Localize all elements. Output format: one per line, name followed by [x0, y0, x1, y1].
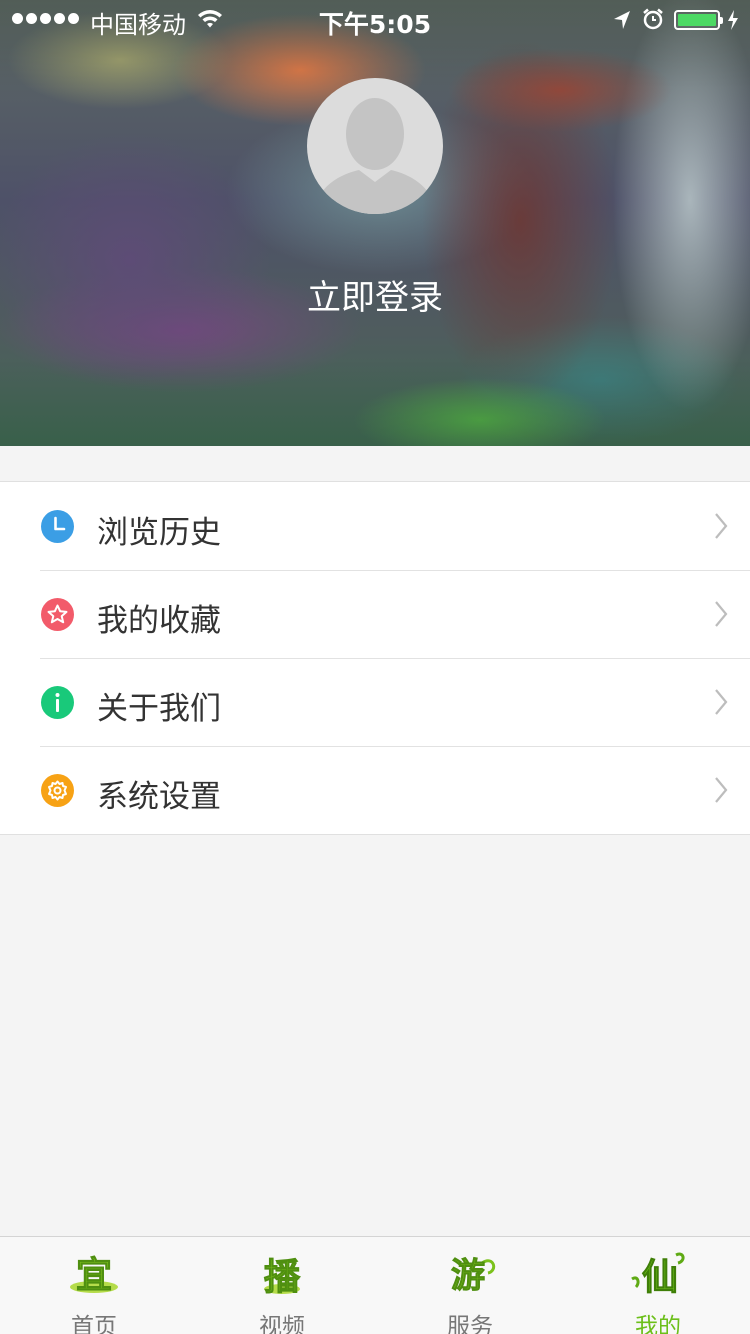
tab-label: 首页	[71, 1314, 117, 1334]
menu-item-system-settings[interactable]: 系统设置	[0, 746, 750, 834]
status-bar: 中国移动 下午5:05	[0, 0, 750, 40]
star-icon	[41, 598, 74, 631]
chevron-right-icon	[714, 688, 728, 720]
login-now-button[interactable]: 立即登录	[0, 270, 750, 319]
tab-mine[interactable]: 仙 我的	[564, 1237, 750, 1334]
menu-item-my-favorites[interactable]: 我的收藏	[0, 570, 750, 658]
tab-glyph: 宜	[76, 1255, 112, 1296]
profile-header-background	[0, 0, 750, 446]
default-user-icon	[313, 98, 437, 214]
menu-item-label: 我的收藏	[97, 603, 221, 639]
menu-item-about-us[interactable]: 关于我们	[0, 658, 750, 746]
services-tab-icon: 游	[451, 1256, 496, 1297]
info-icon	[41, 686, 74, 719]
bottom-tab-bar: 宜 首页 播 视频 游 服务 仙 我的	[0, 1236, 750, 1334]
profile-menu: 浏览历史 我的收藏 关于我们 系统设置	[0, 481, 750, 835]
clock-icon	[41, 510, 74, 543]
chevron-right-icon	[714, 776, 728, 808]
video-tab-icon: 播	[263, 1257, 301, 1298]
alarm-clock-icon	[642, 8, 664, 36]
tab-glyph: 仙	[642, 1257, 678, 1297]
tab-video[interactable]: 播 视频	[188, 1237, 376, 1334]
location-arrow-icon	[612, 9, 632, 37]
tab-glyph: 游	[451, 1256, 485, 1296]
avatar[interactable]	[307, 78, 443, 214]
tab-label: 我的	[635, 1314, 681, 1334]
tab-glyph: 播	[264, 1257, 301, 1297]
menu-item-label: 浏览历史	[97, 515, 221, 551]
mine-tab-icon: 仙	[631, 1252, 685, 1297]
home-tab-icon: 宜	[70, 1255, 118, 1297]
profile-screen: 中国移动 下午5:05 立即登录 浏览历史 我的收藏 关于我们 系统设置 宜 首…	[0, 0, 750, 1334]
menu-item-browse-history[interactable]: 浏览历史	[0, 482, 750, 570]
menu-item-label: 关于我们	[97, 691, 221, 727]
gear-icon	[41, 774, 74, 807]
chevron-right-icon	[714, 512, 728, 544]
charging-bolt-icon	[727, 9, 739, 37]
tab-label: 视频	[259, 1314, 305, 1334]
menu-item-label: 系统设置	[97, 779, 221, 815]
tab-label: 服务	[447, 1314, 493, 1334]
tab-home[interactable]: 宜 首页	[0, 1237, 188, 1334]
tab-services[interactable]: 游 服务	[376, 1237, 564, 1334]
chevron-right-icon	[714, 600, 728, 632]
status-time: 下午5:05	[318, 10, 432, 39]
battery-icon	[674, 10, 723, 30]
